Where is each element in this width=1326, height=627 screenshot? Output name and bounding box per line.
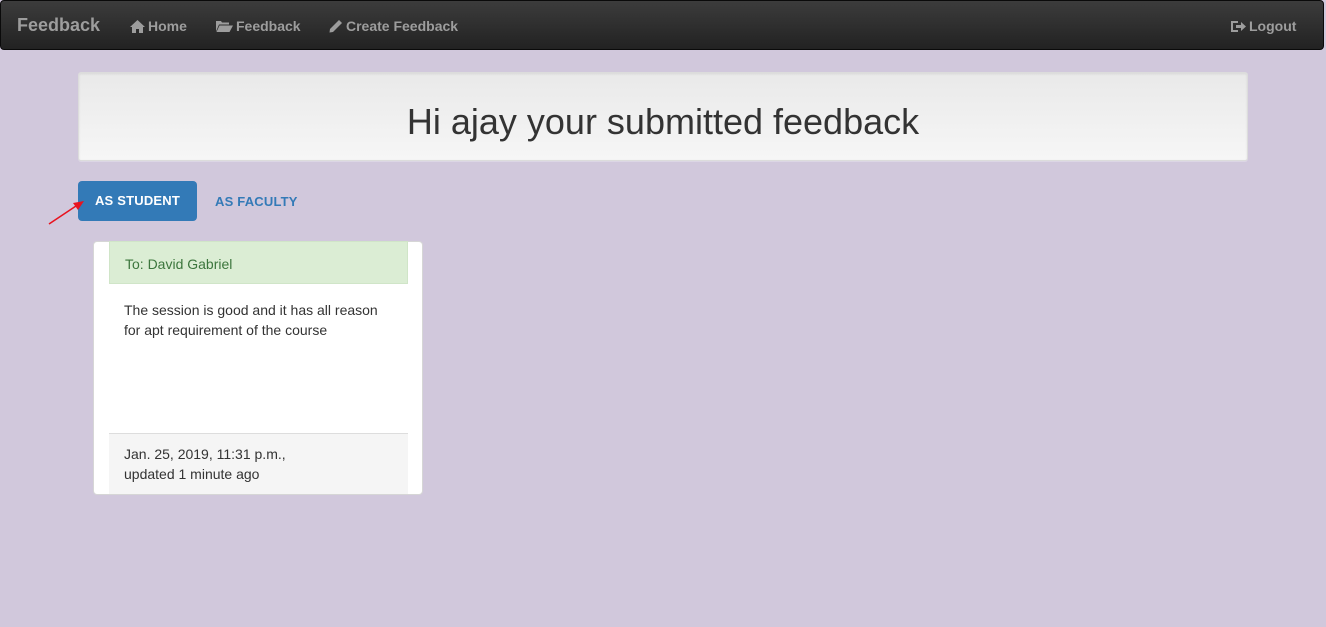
feedback-updated: updated 1 minute ago [124,466,260,482]
nav-feedback[interactable]: Feedback [216,18,301,34]
home-icon [130,19,145,33]
page-title: Hi ajay your submitted feedback [406,101,920,142]
feedback-card: To: David Gabriel The session is good an… [93,241,423,495]
feedback-footer: Jan. 25, 2019, 11:31 p.m., updated 1 min… [109,433,408,494]
nav-feedback-label: Feedback [236,18,301,34]
page-header: Hi ajay your submitted feedback [78,72,1248,161]
nav-home-label: Home [148,18,187,34]
feedback-date: Jan. 25, 2019, 11:31 p.m., [124,446,286,462]
nav-logout-label: Logout [1249,18,1297,34]
nav-logout[interactable]: Logout [1230,18,1296,34]
feedback-message: The session is good and it has all reaso… [124,302,378,338]
navbar-brand[interactable]: Feedback [17,15,100,36]
top-navbar: Feedback Home Feedback Create Feedback L… [0,0,1324,50]
pencil-icon [329,19,342,32]
tab-as-faculty[interactable]: AS FACULTY [215,194,298,209]
logout-icon [1231,20,1246,32]
folder-open-icon [216,21,233,32]
nav-home[interactable]: Home [130,18,187,34]
nav-create-feedback[interactable]: Create Feedback [329,18,458,34]
nav-create-feedback-label: Create Feedback [346,18,459,34]
annotation-arrow [48,201,84,225]
feedback-recipient: To: David Gabriel [109,241,408,284]
tab-as-student[interactable]: AS STUDENT [78,181,197,221]
